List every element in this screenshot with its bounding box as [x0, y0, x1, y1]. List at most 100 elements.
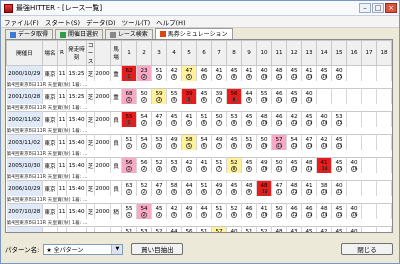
horse-cell[interactable]: 46 12	[286, 203, 302, 219]
horse-cell[interactable]: 50 2	[136, 88, 152, 104]
horse-cell[interactable]: 4016	[346, 203, 362, 219]
horse-cell[interactable]	[361, 157, 377, 173]
column-header[interactable]: 6	[196, 40, 212, 66]
horse-cell[interactable]: 53 3	[151, 134, 167, 150]
horse-cell[interactable]: 52 8	[226, 157, 242, 173]
horse-cell[interactable]: 50 7	[211, 111, 227, 127]
horse-cell[interactable]: 4513	[301, 226, 317, 232]
horse-cell[interactable]: 41 9	[241, 65, 257, 81]
horse-cell[interactable]	[376, 157, 392, 173]
horse-cell[interactable]: 56 8	[226, 88, 242, 104]
horse-cell[interactable]: 53 8	[226, 111, 242, 127]
horse-cell[interactable]: 47 3	[151, 180, 167, 196]
column-header[interactable]: 2	[136, 40, 152, 66]
horse-cell[interactable]: 52 2	[136, 180, 152, 196]
horse-cell[interactable]: 41 5	[181, 111, 197, 127]
horse-cell[interactable]	[376, 65, 392, 81]
horse-cell[interactable]: 54 2	[136, 203, 152, 219]
column-header[interactable]: 4	[166, 40, 182, 66]
menu-item[interactable]: データ(D)	[83, 17, 119, 27]
horse-cell[interactable]: 55 10	[256, 88, 272, 104]
horse-cell[interactable]: 4214	[316, 226, 332, 232]
horse-cell[interactable]: 45 12	[286, 65, 302, 81]
column-header[interactable]: 17	[361, 40, 377, 66]
horse-cell[interactable]: 48 14	[316, 203, 332, 219]
horse-cell[interactable]: 48 10	[256, 111, 272, 127]
column-header[interactable]: 3	[151, 40, 167, 66]
horse-cell[interactable]	[331, 88, 347, 104]
horse-cell[interactable]: 4214	[316, 134, 332, 150]
horse-cell[interactable]: 40 14	[316, 111, 332, 127]
column-header[interactable]: 開催日	[6, 40, 43, 66]
horse-cell[interactable]: 49 7	[211, 180, 227, 196]
horse-cell[interactable]: 46 11	[271, 111, 287, 127]
horse-cell[interactable]: 68 1	[121, 88, 137, 104]
horse-cell[interactable]	[346, 134, 362, 150]
table-row[interactable]: 2000/10/29 東京 11 15:25 芝 2000 重 62 1 23 2 51 3 42 4 47 5…	[6, 65, 392, 81]
horse-cell[interactable]: 44 6	[196, 203, 212, 219]
horse-cell[interactable]: 516	[196, 111, 212, 127]
horse-cell[interactable]: 58 5	[181, 134, 197, 150]
horse-cell[interactable]: 49 5	[181, 203, 197, 219]
horse-cell[interactable]: 53 15	[331, 111, 347, 127]
horse-cell[interactable]: 51 7	[211, 157, 227, 173]
minimize-button[interactable]: –	[359, 3, 371, 13]
horse-cell[interactable]: 48 13	[301, 157, 317, 173]
horse-cell[interactable]: 40 15	[331, 65, 347, 81]
column-header[interactable]: 15	[331, 40, 347, 66]
tab-0[interactable]: データ取得	[5, 29, 54, 39]
column-header[interactable]: 8	[226, 40, 242, 66]
horse-cell[interactable]: 4016	[346, 226, 362, 232]
column-header[interactable]	[94, 40, 111, 66]
race-grid[interactable]: 開催日 場名 R 発走時刻 コース 馬場 1 2 3 4 5 6 7 8 9 10 11 12 13 14 15 16 17…	[5, 39, 393, 233]
menu-item[interactable]: ファイル(F)	[1, 17, 42, 27]
column-header[interactable]: 5	[181, 40, 197, 66]
horse-cell[interactable]	[346, 65, 362, 81]
horse-cell[interactable]	[361, 88, 377, 104]
horse-cell[interactable]: 40 10	[256, 65, 272, 81]
horse-cell[interactable]: 50 11	[271, 203, 287, 219]
table-row[interactable]: 2007/10/28 東京 11 15:40 芝 2000 稍 55 1 54 2 45 3 42 4 49 5…	[6, 203, 392, 219]
horse-cell[interactable]: 41 13	[301, 65, 317, 81]
extract-button[interactable]: 買い目抽出	[131, 243, 184, 255]
column-header[interactable]: 12	[286, 40, 302, 66]
menu-item[interactable]: ヘルプ(H)	[153, 17, 188, 27]
horse-cell[interactable]: 54 2	[136, 111, 152, 127]
table-row[interactable]: 2005/10/30 東京 11 15:40 芝 2000 良 56 1 56 2 52 3 53 4 42 5…	[6, 157, 392, 173]
column-header[interactable]: 9	[241, 40, 257, 66]
horse-cell[interactable]: 39 5	[181, 88, 197, 104]
column-header[interactable]: R	[57, 40, 67, 66]
column-header[interactable]: 1	[121, 40, 137, 66]
tab-1[interactable]: 開催日選択	[55, 29, 104, 39]
horse-cell[interactable]: 41 10	[256, 203, 272, 219]
horse-cell[interactable]: 4515	[331, 157, 347, 173]
column-header[interactable]: 13	[301, 40, 317, 66]
horse-cell[interactable]: 45 6	[196, 88, 212, 104]
horse-cell[interactable]: 519	[241, 226, 257, 232]
horse-cell[interactable]: 41 6	[196, 157, 212, 173]
close-button[interactable]: 閉じる	[341, 243, 393, 255]
horse-cell[interactable]: 45 4	[166, 111, 182, 127]
horse-cell[interactable]: 54 6	[196, 134, 212, 150]
horse-cell[interactable]: 45 9	[241, 111, 257, 127]
column-header[interactable]: 10	[256, 40, 272, 66]
horse-cell[interactable]: 511	[121, 134, 137, 150]
horse-cell[interactable]: 45 8	[226, 134, 242, 150]
horse-cell[interactable]: 46 11	[271, 88, 287, 104]
horse-cell[interactable]: 49 4	[166, 134, 182, 150]
horse-cell[interactable]	[376, 134, 392, 150]
horse-cell[interactable]: 44 5	[181, 180, 197, 196]
horse-cell[interactable]: 45 12	[286, 88, 302, 104]
horse-cell[interactable]: 45 8	[226, 65, 242, 81]
horse-cell[interactable]: 40 13	[301, 88, 317, 104]
horse-cell[interactable]	[346, 111, 362, 127]
horse-cell[interactable]: 523	[151, 226, 167, 232]
horse-cell[interactable]: 49 7	[211, 134, 227, 150]
close-window-button[interactable]: ×	[385, 3, 397, 13]
horse-cell[interactable]: 516	[196, 226, 212, 232]
horse-cell[interactable]: 55 1	[121, 111, 137, 127]
horse-cell[interactable]: 44 9	[241, 88, 257, 104]
horse-cell[interactable]: 55 4	[166, 88, 182, 104]
horse-cell[interactable]: 444	[166, 226, 182, 232]
horse-cell[interactable]: 42 12	[286, 111, 302, 127]
